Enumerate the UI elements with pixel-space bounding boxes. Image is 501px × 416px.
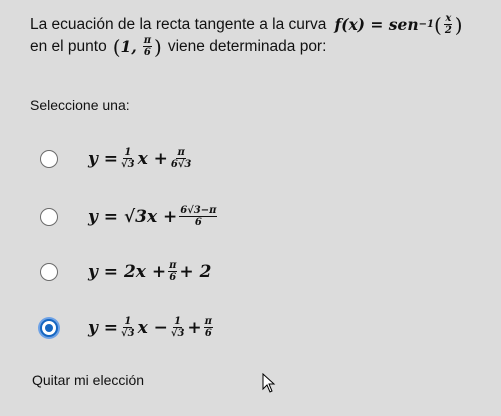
point-fraction: π 6 bbox=[142, 35, 153, 58]
answer-option-3[interactable]: y = 2x + π 6 + 2 bbox=[40, 261, 211, 283]
answer-option-1[interactable]: y = 1 √3 x + π 6√3 bbox=[40, 148, 194, 170]
answer-option-4[interactable]: y = 1 √3 x − 1 √3 + π 6 bbox=[40, 317, 215, 339]
answer-option-2[interactable]: y = √3x + 6√3−π 6 bbox=[40, 206, 219, 228]
function-lhs: f(x) = sen bbox=[334, 15, 419, 34]
clear-choice-link[interactable]: Quitar mi elección bbox=[32, 372, 144, 388]
radio-button[interactable] bbox=[40, 150, 58, 168]
question-text: La ecuación de la recta tangente a la cu… bbox=[30, 13, 495, 59]
radio-button[interactable] bbox=[40, 208, 58, 226]
select-prompt: Seleccione una: bbox=[30, 97, 130, 113]
option-expression: y = √3x + 6√3−π 6 bbox=[88, 205, 218, 228]
radio-button-selected[interactable] bbox=[40, 319, 58, 337]
option-expression: y = 1 √3 x + π 6√3 bbox=[88, 147, 192, 171]
function-exponent: −1 bbox=[418, 19, 434, 30]
option-expression: y = 2x + π 6 + 2 bbox=[88, 260, 212, 284]
point-first: 1, bbox=[120, 37, 137, 56]
question-line-1: La ecuación de la recta tangente a la cu… bbox=[30, 13, 463, 37]
radio-button[interactable] bbox=[40, 263, 58, 281]
option-expression: y = 1 √3 x − 1 √3 + π 6 bbox=[88, 316, 213, 339]
function-argument: x 2 bbox=[444, 13, 453, 36]
point-intro: en el punto bbox=[30, 38, 107, 55]
point-outro: viene determinada por: bbox=[167, 38, 327, 55]
question-intro: La ecuación de la recta tangente a la cu… bbox=[30, 16, 327, 33]
mouse-pointer-icon bbox=[262, 373, 276, 393]
question-line-2: en el punto ( 1, π 6 ) viene determinada… bbox=[30, 35, 327, 59]
